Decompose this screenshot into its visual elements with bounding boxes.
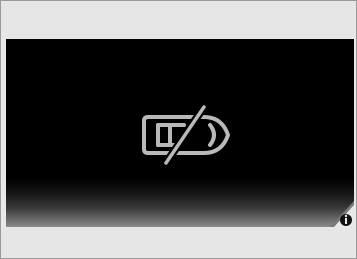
top-band [1, 1, 356, 38]
bottom-band [1, 228, 356, 258]
display-frame [0, 0, 357, 259]
info-icon[interactable] [330, 201, 354, 227]
vehicle-system-off-icon [142, 103, 230, 167]
multi-info-display [6, 39, 354, 227]
